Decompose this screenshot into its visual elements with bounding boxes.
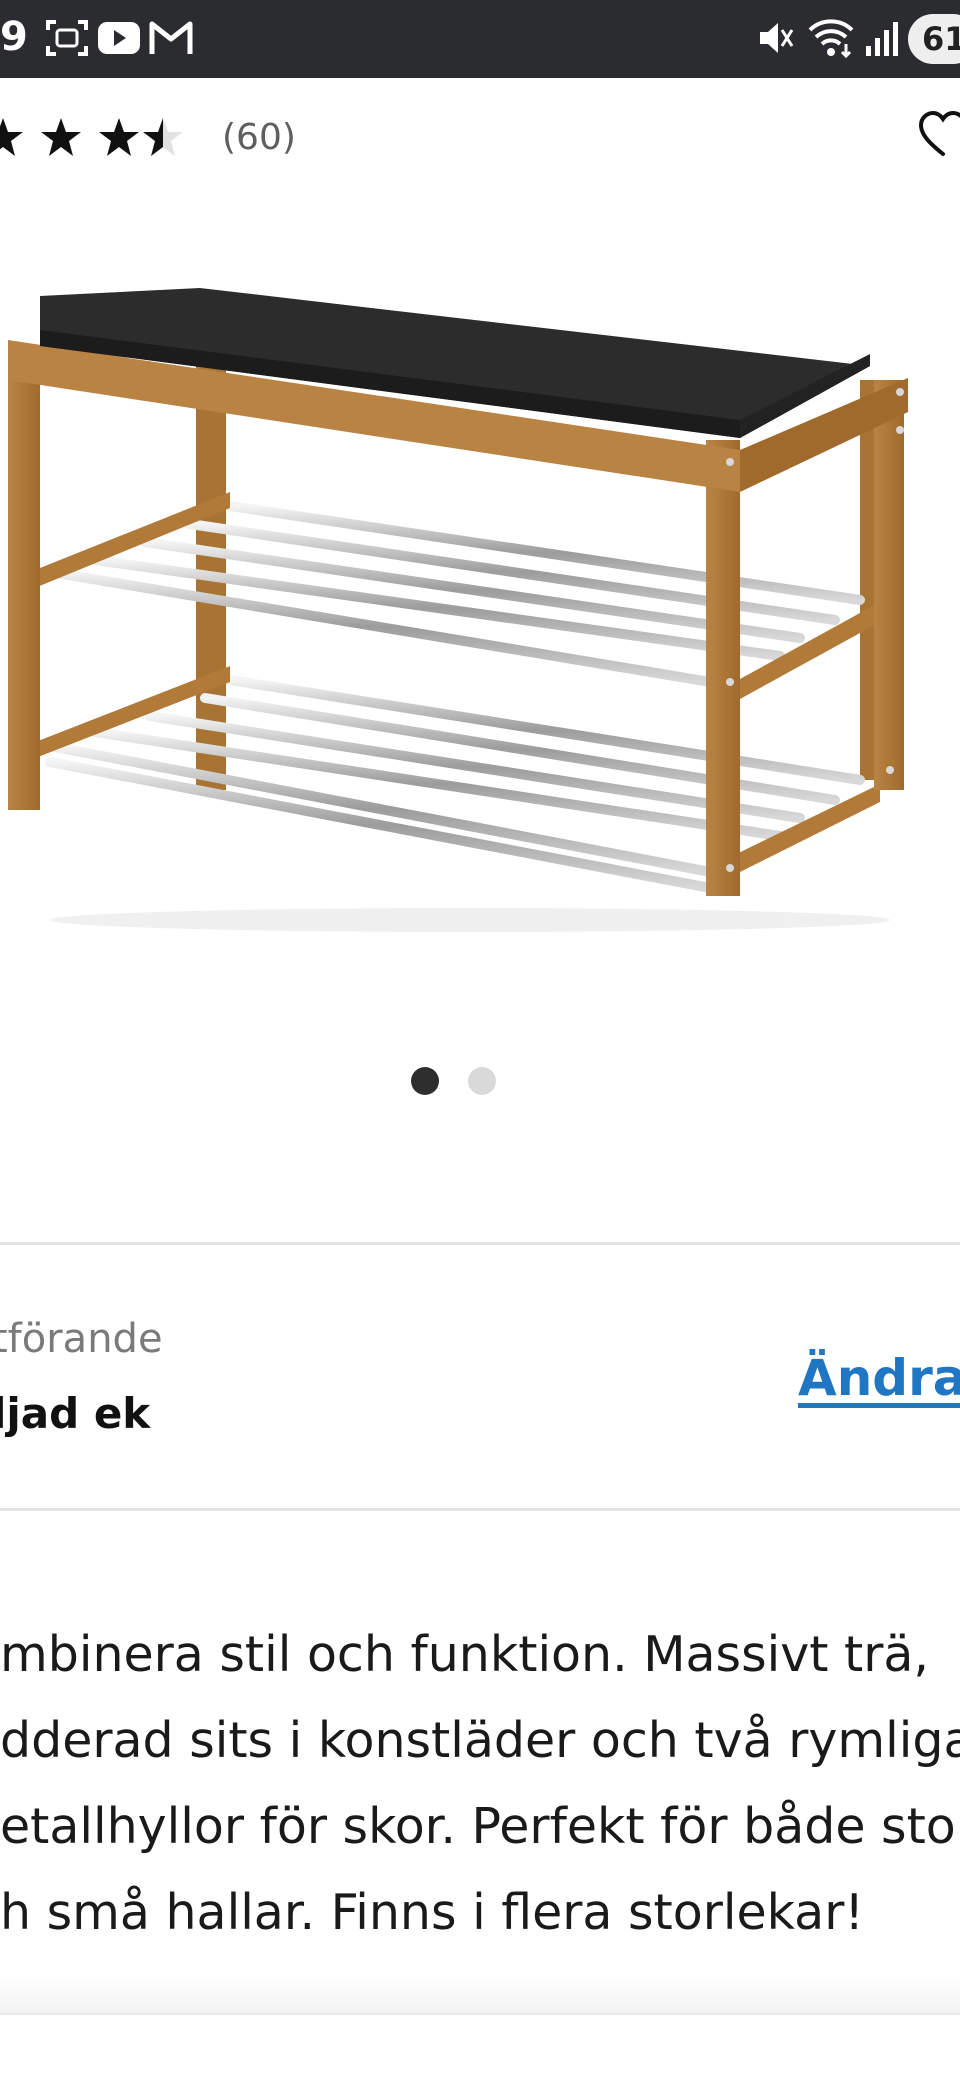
favorite-button[interactable] bbox=[918, 110, 960, 164]
carousel-dot[interactable] bbox=[468, 1067, 496, 1095]
mute-icon bbox=[756, 16, 796, 64]
variant-label: tförande bbox=[0, 1316, 163, 1362]
variant-value: ljad ek bbox=[0, 1389, 151, 1438]
description-line: h små hallar. Finns i flera storlekar! bbox=[0, 1884, 864, 1941]
battery-indicator: 61 bbox=[908, 14, 960, 64]
next-section bbox=[0, 2013, 960, 2082]
status-time: 9 bbox=[0, 14, 28, 60]
youtube-icon bbox=[96, 16, 142, 64]
star-rating bbox=[0, 114, 192, 168]
star-icon bbox=[0, 118, 23, 156]
section-shadow bbox=[0, 1975, 960, 2013]
product-description: mbinera stil och funktion. Massivt trä, … bbox=[0, 1612, 960, 1956]
description-line: mbinera stil och funktion. Massivt trä, bbox=[0, 1626, 929, 1683]
product-image[interactable] bbox=[0, 270, 960, 974]
star-icon bbox=[99, 118, 139, 156]
heart-icon bbox=[918, 110, 960, 156]
wifi-icon bbox=[806, 16, 856, 64]
screenshot-icon bbox=[44, 16, 90, 64]
gmail-icon bbox=[148, 16, 194, 64]
change-variant-link[interactable]: Ändra bbox=[798, 1346, 960, 1410]
description-line: dderad sits i konstläder och två rymliga bbox=[0, 1712, 960, 1769]
carousel-dot-active[interactable] bbox=[411, 1067, 439, 1095]
status-bar: 9 61 bbox=[0, 0, 960, 78]
half-star-icon bbox=[143, 118, 183, 156]
signal-icon bbox=[864, 16, 900, 64]
star-icon bbox=[41, 118, 81, 156]
rating-count[interactable]: (60) bbox=[222, 114, 296, 162]
divider bbox=[0, 1508, 960, 1511]
description-line: etallhyllor för skor. Perfekt för både s… bbox=[0, 1798, 960, 1855]
rating-row[interactable]: (60) bbox=[0, 108, 960, 168]
divider bbox=[0, 1242, 960, 1245]
